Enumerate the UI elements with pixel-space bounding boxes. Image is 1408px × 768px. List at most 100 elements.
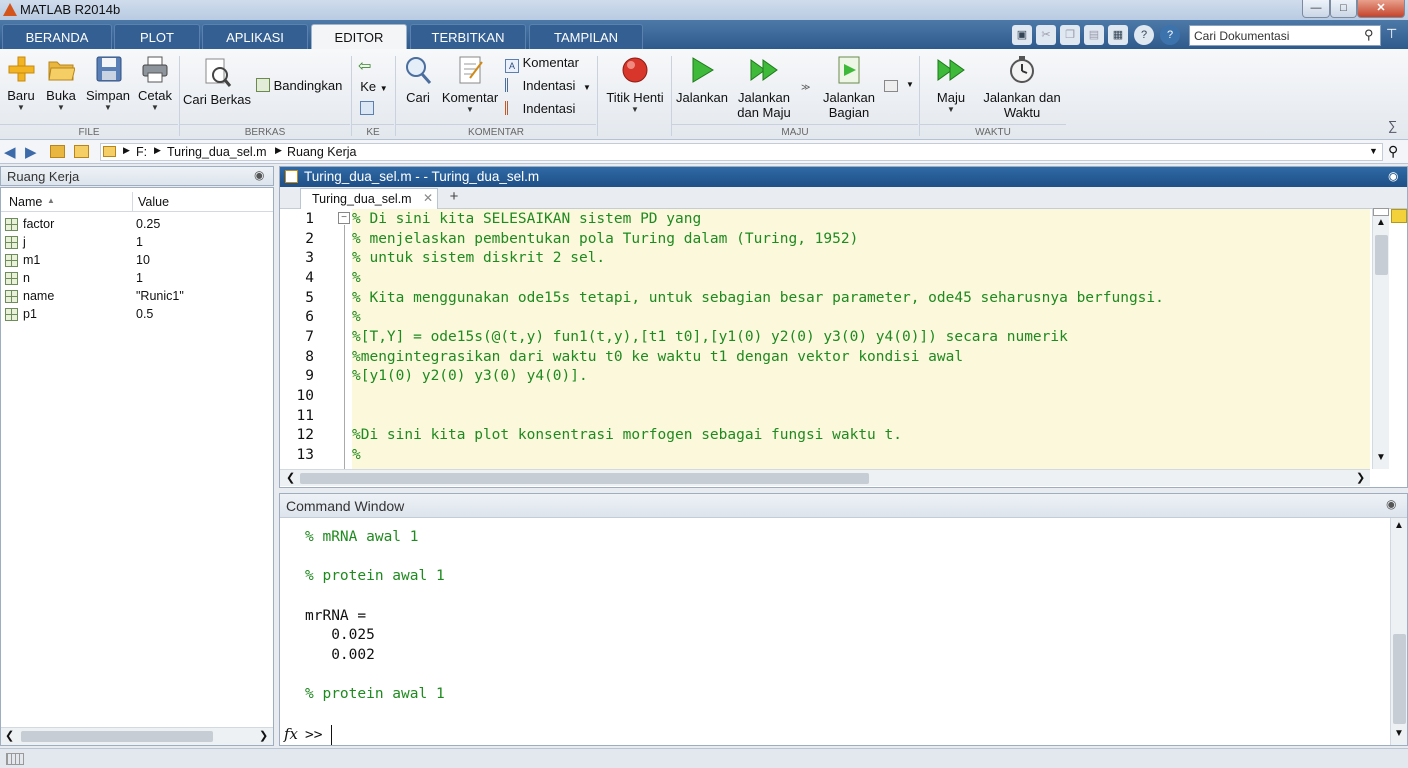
add-tab-button[interactable]: + [442, 188, 466, 209]
forward-icon[interactable]: ▶ [25, 143, 37, 161]
editor-file-tab[interactable]: Turing_dua_sel.m ✕ [300, 188, 438, 209]
column-name[interactable]: Name [9, 195, 42, 209]
ribbon-pin-icon[interactable]: ∑ [1388, 118, 1397, 133]
back-arrow-icon[interactable]: ⇦ [358, 56, 371, 76]
back-icon[interactable]: ◀ [4, 143, 16, 161]
split-handle-icon[interactable] [1373, 208, 1389, 216]
comment-dropdown-icon[interactable]: ▼ [440, 105, 500, 114]
bookmark-icon[interactable] [360, 101, 374, 115]
path-dropdown-icon[interactable]: ▼ [1369, 146, 1378, 156]
scroll-up-icon[interactable]: ▲ [1394, 520, 1404, 531]
help-community-icon[interactable]: ? [1134, 25, 1154, 45]
code-fold-icon[interactable]: − [338, 212, 350, 224]
smart-indent-button[interactable]: Indentasi [505, 101, 575, 116]
editor-actions-icon[interactable]: ◉ [1388, 169, 1398, 183]
run-advance-button[interactable]: Jalankan dan Maju [733, 54, 795, 120]
print-button[interactable]: Cetak ▼ [136, 54, 174, 112]
workspace-row[interactable]: j1 [1, 234, 273, 252]
run-section-button[interactable]: Jalankan Bagian [818, 54, 880, 120]
breakpoints-dropdown-icon[interactable]: ▼ [602, 105, 668, 114]
run-options-dropdown-icon[interactable]: ▼ [906, 80, 914, 89]
path-field[interactable]: ▶ F: ▶ Turing_dua_sel.m ▶ Ruang Kerja ▼ [100, 143, 1383, 161]
breakpoints-button[interactable]: Titik Henti ▼ [602, 54, 668, 114]
search-documentation-input[interactable]: Cari Dokumentasi ⚲ [1189, 25, 1381, 46]
workspace-row[interactable]: p1 0.5 [1, 306, 273, 324]
editor-vertical-scrollbar[interactable]: ▲ ▼ [1372, 208, 1389, 469]
scroll-right-icon[interactable]: ❯ [1356, 471, 1365, 484]
maximize-button[interactable]: □ [1330, 0, 1357, 18]
compare-button[interactable]: Bandingkan [256, 78, 346, 93]
close-tab-icon[interactable]: ✕ [423, 191, 433, 205]
open-dropdown-icon[interactable]: ▼ [44, 103, 78, 112]
scrollbar-thumb[interactable] [300, 473, 869, 484]
function-browser-icon[interactable]: fx [284, 725, 298, 743]
paste-quick-icon[interactable]: ▤ [1084, 25, 1104, 45]
command-window-actions-icon[interactable]: ◉ [1386, 497, 1396, 511]
save-dropdown-icon[interactable]: ▼ [85, 103, 131, 112]
editor-horizontal-scrollbar[interactable]: ❮ ❯ [280, 469, 1370, 486]
workspace-row[interactable]: n1 [1, 270, 273, 288]
path-folder[interactable]: Ruang Kerja [287, 145, 357, 159]
run-and-time-button[interactable]: Jalankan dan Waktu [980, 54, 1064, 120]
search-icon[interactable]: ⚲ [1364, 27, 1374, 43]
scrollbar-thumb[interactable] [21, 731, 213, 742]
column-value[interactable]: Value [138, 195, 169, 209]
scroll-left-icon[interactable]: ❮ [5, 729, 14, 742]
scrollbar-thumb[interactable] [1393, 634, 1406, 724]
scroll-left-icon[interactable]: ❮ [286, 471, 295, 484]
indent-button[interactable]: Indentasi ▼ [505, 78, 591, 93]
find-files-button[interactable]: Cari Berkas [183, 56, 251, 107]
tab-editor[interactable]: EDITOR [311, 24, 407, 49]
workspace-row[interactable]: factor 0.25 [1, 216, 273, 234]
advance-small-icon[interactable]: ≫ [801, 82, 810, 93]
workspace-row[interactable]: name "Runic1" [1, 288, 273, 306]
goto-button[interactable]: Ke ▼ [356, 79, 392, 94]
new-button[interactable]: Baru ▼ [4, 54, 38, 112]
help-icon[interactable]: ? [1160, 25, 1180, 45]
print-dropdown-icon[interactable]: ▼ [136, 103, 174, 112]
new-dropdown-icon[interactable]: ▼ [4, 103, 38, 112]
column-divider[interactable] [132, 192, 133, 212]
save-quick-icon[interactable]: ▣ [1012, 25, 1032, 45]
comment-button[interactable]: A Komentar [505, 55, 579, 73]
run-button[interactable]: Jalankan [674, 54, 730, 105]
find-button[interactable]: Cari [400, 54, 436, 105]
scroll-down-icon[interactable]: ▼ [1376, 452, 1386, 463]
ribbon-collapse-icon[interactable]: ⊤ [1386, 26, 1397, 42]
command-vertical-scrollbar[interactable]: ▲ ▼ [1390, 518, 1407, 745]
run-options-icon[interactable] [884, 80, 898, 92]
command-input-cursor[interactable] [331, 725, 332, 745]
close-button[interactable]: ✕ [1357, 0, 1405, 18]
advance-dropdown-icon[interactable]: ▼ [926, 105, 976, 114]
tab-beranda[interactable]: BERANDA [2, 24, 112, 49]
path-search-icon[interactable]: ⚲ [1388, 143, 1398, 160]
browse-folder-icon[interactable] [74, 145, 89, 158]
run-section-icon [838, 56, 860, 84]
path-file[interactable]: Turing_dua_sel.m [167, 145, 267, 159]
workspace-actions-icon[interactable]: ◉ [254, 168, 264, 182]
copy-quick-icon[interactable]: ❐ [1060, 25, 1080, 45]
path-drive[interactable]: F: [136, 145, 147, 159]
tab-terbitkan[interactable]: TERBITKAN [410, 24, 526, 49]
scroll-up-icon[interactable]: ▲ [1376, 217, 1386, 228]
tab-tampilan[interactable]: TAMPILAN [529, 24, 643, 49]
scroll-down-icon[interactable]: ▼ [1394, 728, 1404, 739]
workspace-row[interactable]: m1 10 [1, 252, 273, 270]
group-label-berkas: BERKAS [180, 124, 350, 139]
scroll-right-icon[interactable]: ❯ [259, 729, 268, 742]
indent-dropdown-icon[interactable]: ▼ [583, 83, 591, 92]
workspace-horizontal-scrollbar[interactable]: ❮ ❯ [1, 727, 273, 745]
layout-quick-icon[interactable]: ▦ [1108, 25, 1128, 45]
advance-button[interactable]: Maju ▼ [926, 54, 976, 114]
tab-plot[interactable]: PLOT [114, 24, 200, 49]
up-folder-icon[interactable] [50, 145, 65, 158]
code-area[interactable]: % Di sini kita SELESAIKAN sistem PD yang… [352, 209, 1370, 469]
open-button[interactable]: Buka ▼ [44, 54, 78, 112]
save-button[interactable]: Simpan ▼ [85, 54, 131, 112]
comment-main-button[interactable]: Komentar ▼ [440, 54, 500, 114]
code-analyzer-indicator-icon[interactable] [1391, 209, 1407, 223]
cut-quick-icon[interactable]: ✂ [1036, 25, 1056, 45]
scrollbar-thumb[interactable] [1375, 235, 1388, 275]
tab-aplikasi[interactable]: APLIKASI [202, 24, 308, 49]
minimize-button[interactable]: — [1302, 0, 1330, 18]
